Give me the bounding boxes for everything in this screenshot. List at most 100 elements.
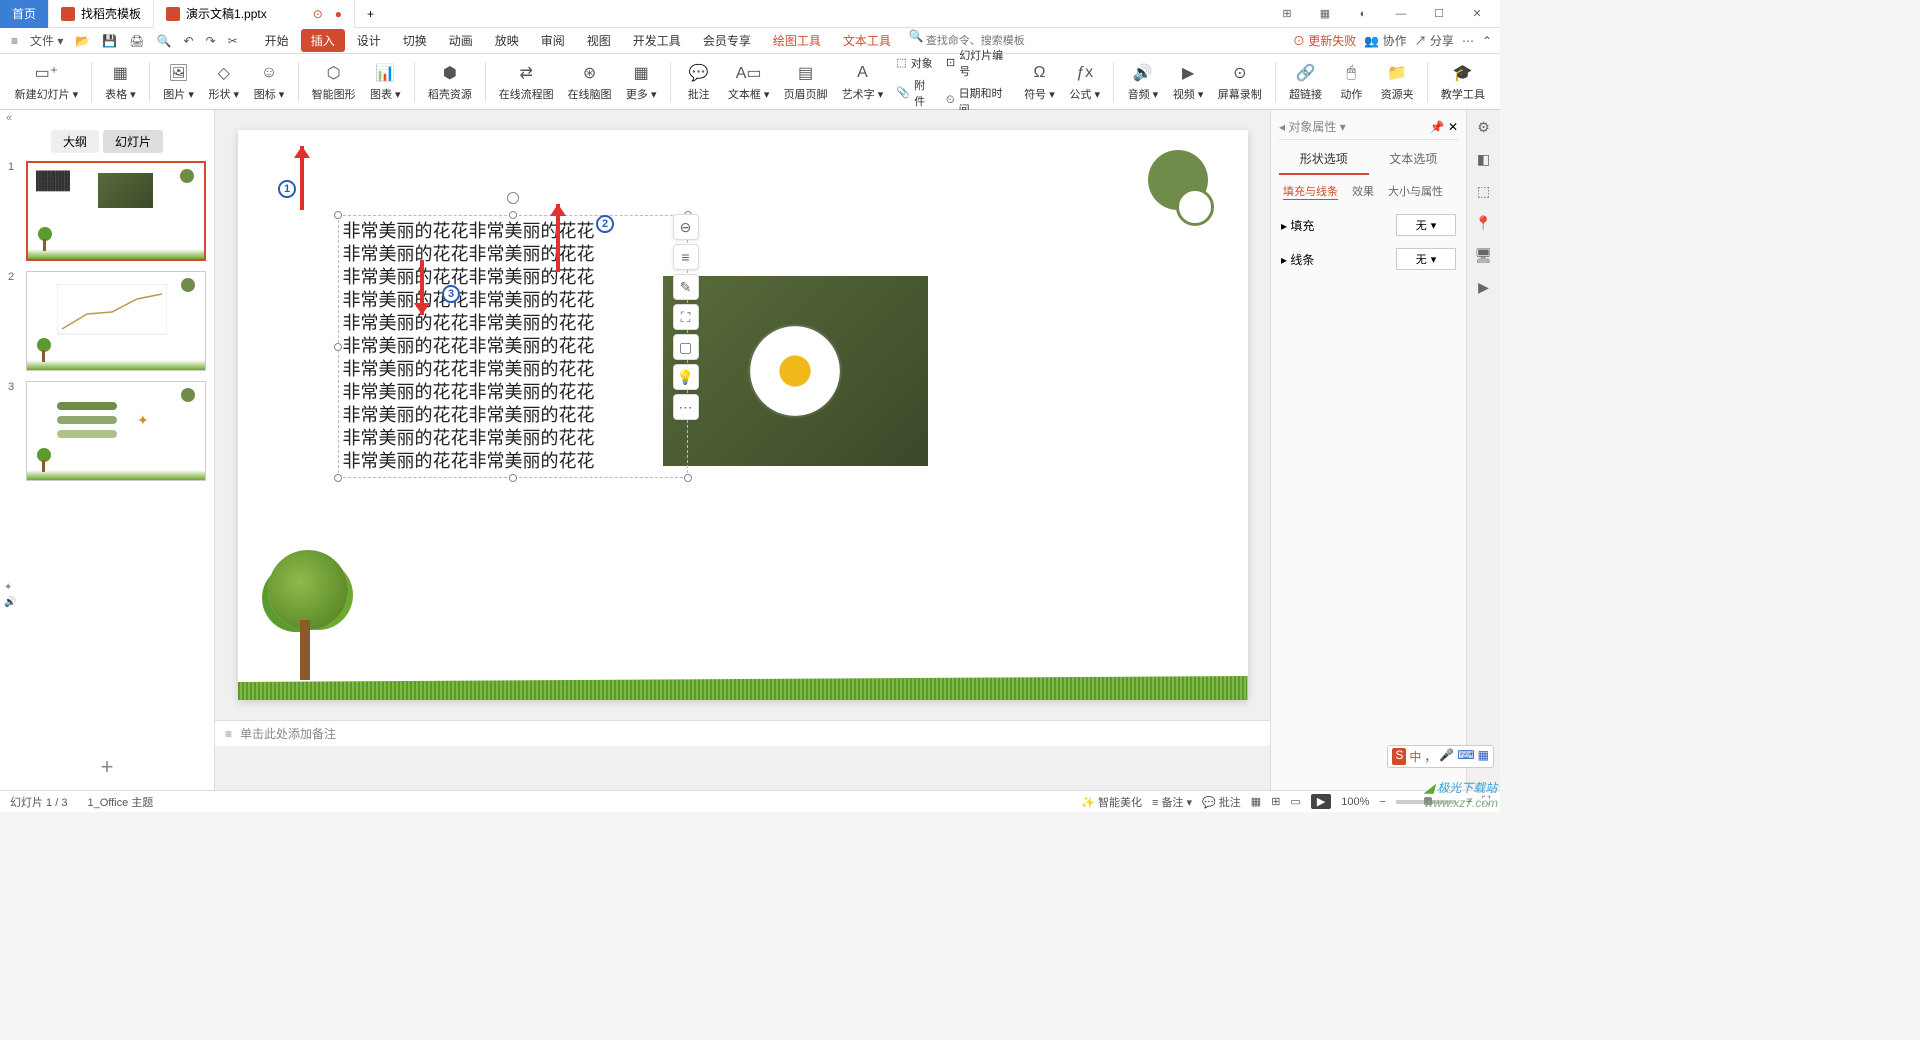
float-more[interactable]: ⋯ xyxy=(673,394,699,420)
open-icon[interactable]: 📂 xyxy=(72,32,93,50)
notes-toggle[interactable]: ≡ 备注 ▾ xyxy=(1152,794,1192,810)
collapse-panel-icon[interactable]: « xyxy=(0,110,214,126)
preview-icon[interactable]: 🔍 xyxy=(154,32,175,50)
ribbon-audio[interactable]: 🔊音频 ▾ xyxy=(1122,60,1163,104)
side-shape-icon[interactable]: ⬚ xyxy=(1475,182,1493,200)
ribbon-mindmap[interactable]: ⊛在线脑图 xyxy=(562,60,616,104)
collapse-ribbon-icon[interactable]: ⌃ xyxy=(1482,34,1492,48)
menu-slideshow[interactable]: 放映 xyxy=(485,29,529,52)
save-icon[interactable]: 💾 xyxy=(99,32,120,50)
ribbon-teachtool[interactable]: 🎓教学工具 xyxy=(1436,60,1490,104)
side-monitor-icon[interactable]: 🖥 xyxy=(1475,246,1493,264)
resize-handle[interactable] xyxy=(509,474,517,482)
resize-handle[interactable] xyxy=(334,343,342,351)
ime-item[interactable]: 🎤 xyxy=(1439,748,1454,765)
ime-bar[interactable]: S 中 ， 🎤 ⌨ ▦ xyxy=(1387,745,1494,768)
file-menu[interactable]: 文件 ▾ xyxy=(27,30,66,51)
subtab-effect[interactable]: 效果 xyxy=(1352,183,1374,200)
menu-insert[interactable]: 插入 xyxy=(301,29,345,52)
ime-item[interactable]: ⌨ xyxy=(1457,748,1474,765)
rotate-handle[interactable] xyxy=(507,192,519,204)
ribbon-action[interactable]: 🖱动作 xyxy=(1331,60,1371,104)
print-icon[interactable]: 🖨 xyxy=(126,32,147,50)
menu-start[interactable]: 开始 xyxy=(255,29,299,52)
subtab-size[interactable]: 大小与属性 xyxy=(1388,183,1443,200)
menu-view[interactable]: 视图 xyxy=(577,29,621,52)
ribbon-dk-resource[interactable]: ⬢稻壳资源 xyxy=(423,60,477,104)
ribbon-hyperlink[interactable]: 🔗超链接 xyxy=(1284,60,1328,104)
side-play-icon[interactable]: ▶ xyxy=(1475,278,1493,296)
tab-add[interactable]: + xyxy=(355,0,386,28)
side-location-icon[interactable]: 📍 xyxy=(1475,214,1493,232)
float-pen[interactable]: ✎ xyxy=(673,274,699,300)
slide-thumbnail-3[interactable]: ✦ xyxy=(26,381,206,481)
user-avatar[interactable]: ◐ xyxy=(1348,4,1378,24)
ime-item[interactable]: ， xyxy=(1424,748,1436,765)
undo-icon[interactable]: ↶ xyxy=(180,32,196,50)
fit-icon[interactable]: ⛶ xyxy=(1482,795,1490,808)
redo-icon[interactable]: ↷ xyxy=(203,32,219,50)
panel-tab-slides[interactable]: 幻灯片 xyxy=(103,130,163,153)
flower-image[interactable] xyxy=(663,276,928,466)
float-frame[interactable]: ▢ xyxy=(673,334,699,360)
ribbon-flowchart[interactable]: ⇄在线流程图 xyxy=(494,60,559,104)
close-panel-icon[interactable]: ✕ xyxy=(1448,120,1458,134)
menu-design[interactable]: 设计 xyxy=(347,29,391,52)
slide-canvas[interactable]: 非常美丽的花花非常美丽的花花 非常美丽的花花非常美丽的花花 非常美丽的花花非常美… xyxy=(238,130,1248,700)
resize-handle[interactable] xyxy=(334,211,342,219)
resize-handle[interactable] xyxy=(684,474,692,482)
zoom-value[interactable]: 100% xyxy=(1341,796,1369,808)
ribbon-respkg[interactable]: 📁资源夹 xyxy=(1375,60,1419,104)
add-slide-button[interactable]: + xyxy=(0,744,214,790)
view-normal-icon[interactable]: ▦ xyxy=(1251,795,1261,808)
textbox-selected[interactable]: 非常美丽的花花非常美丽的花花 非常美丽的花花非常美丽的花花 非常美丽的花花非常美… xyxy=(338,215,688,478)
update-fail-badge[interactable]: ⊙ 更新失败 xyxy=(1293,32,1356,49)
prop-tab-text[interactable]: 文本选项 xyxy=(1369,144,1459,175)
ribbon-smartart[interactable]: ⬡智能图形 xyxy=(307,60,361,104)
resize-handle[interactable] xyxy=(334,474,342,482)
ribbon-screenrec[interactable]: ⊙屏幕录制 xyxy=(1213,60,1267,104)
ribbon-more[interactable]: ▦更多 ▾ xyxy=(621,60,662,104)
ribbon-symbol[interactable]: Ω符号 ▾ xyxy=(1019,60,1060,104)
ribbon-formula[interactable]: ƒx公式 ▾ xyxy=(1064,60,1105,104)
side-style-icon[interactable]: ◧ xyxy=(1475,150,1493,168)
view-sorter-icon[interactable]: ⊞ xyxy=(1271,795,1280,808)
zoom-out-icon[interactable]: − xyxy=(1379,796,1385,808)
menu-dev[interactable]: 开发工具 xyxy=(623,29,691,52)
resize-handle[interactable] xyxy=(509,211,517,219)
ribbon-wordart[interactable]: A艺术字 ▾ xyxy=(837,60,889,104)
slideshow-button[interactable]: ▶ xyxy=(1311,794,1331,809)
more-icon[interactable]: ⋯ xyxy=(1462,34,1474,48)
menu-transition[interactable]: 切换 xyxy=(393,29,437,52)
tab-template[interactable]: 找稻壳模板 xyxy=(49,0,154,28)
tab-home[interactable]: 首页 xyxy=(0,0,49,28)
ribbon-object[interactable]: ⬚ 对象 xyxy=(892,53,938,73)
ribbon-slidenum[interactable]: ⊡ 幻灯片编号 xyxy=(942,45,1015,81)
fill-select[interactable]: 无 ▾ xyxy=(1396,214,1456,236)
menu-draw-tools[interactable]: 绘图工具 xyxy=(763,29,831,52)
ime-zhong[interactable]: 中 xyxy=(1409,748,1421,765)
share-button[interactable]: ↗ 分享 xyxy=(1415,32,1454,49)
menu-review[interactable]: 审阅 xyxy=(531,29,575,52)
slide-thumbnail-1[interactable]: ████████████████████████████████████████… xyxy=(26,161,206,261)
cut-icon[interactable]: ✂ xyxy=(225,32,241,50)
notes-bar[interactable]: ≡ 单击此处添加备注 xyxy=(215,720,1270,746)
subtab-fill-line[interactable]: 填充与线条 xyxy=(1283,183,1338,200)
zoom-slider[interactable] xyxy=(1396,800,1456,804)
layout-icon[interactable]: ⊞ xyxy=(1272,4,1302,24)
view-reading-icon[interactable]: ▭ xyxy=(1290,795,1300,808)
pin-icon[interactable]: 📌 xyxy=(1430,120,1445,134)
beautify-button[interactable]: ✨ 智能美化 xyxy=(1081,794,1142,810)
menu-animation[interactable]: 动画 xyxy=(439,29,483,52)
ribbon-textbox[interactable]: A▭文本框 ▾ xyxy=(723,60,775,104)
canvas-area[interactable]: 非常美丽的花花非常美丽的花花 非常美丽的花花非常美丽的花花 非常美丽的花花非常美… xyxy=(215,110,1270,790)
slide-thumbnail-2[interactable] xyxy=(26,271,206,371)
side-settings-icon[interactable]: ⚙ xyxy=(1475,118,1493,136)
ribbon-table[interactable]: ▦表格 ▾ xyxy=(100,60,141,104)
float-fit[interactable]: ⛶ xyxy=(673,304,699,330)
prop-tab-shape[interactable]: 形状选项 xyxy=(1279,144,1369,175)
notes-placeholder[interactable]: 单击此处添加备注 xyxy=(240,725,336,742)
ribbon-new-slide[interactable]: ▭⁺新建幻灯片 ▾ xyxy=(10,60,83,104)
ribbon-shape[interactable]: ◇形状 ▾ xyxy=(203,60,244,104)
ribbon-icon[interactable]: ☺图标 ▾ xyxy=(248,60,289,104)
